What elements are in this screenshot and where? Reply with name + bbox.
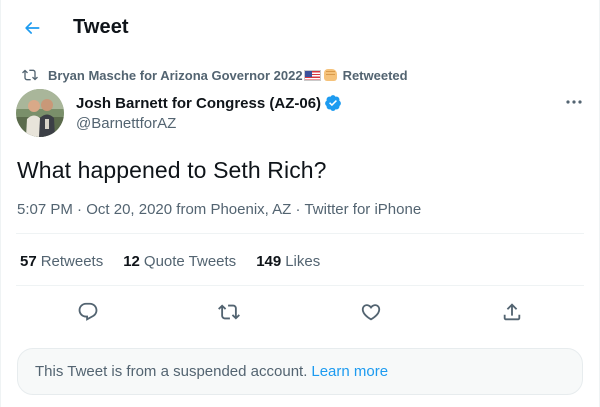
quote-tweets-stat[interactable]: 12 Quote Tweets [123, 253, 236, 270]
likes-count: 149 [256, 253, 282, 270]
page-title: Tweet [73, 16, 129, 38]
retweeted-label: Retweeted [342, 67, 408, 83]
divider [16, 233, 584, 234]
author-name[interactable]: Josh Barnett for Congress (AZ-06) [76, 95, 321, 112]
tweet-text: What happened to Seth Rich? [17, 157, 327, 183]
quote-tweets-count: 12 [123, 253, 140, 270]
reply-icon [78, 302, 98, 321]
meta-separator: · [77, 201, 83, 218]
suspended-notice: This Tweet is from a suspended account. … [17, 348, 583, 395]
engagement-stats: 57 Retweets 12 Quote Tweets 149 Likes [20, 253, 340, 270]
author-handle[interactable]: @BarnettforAZ [76, 115, 342, 132]
divider [16, 285, 584, 286]
suspended-notice-text: This Tweet is from a suspended account. [35, 363, 308, 380]
more-options-button[interactable] [560, 92, 588, 112]
retweets-count: 57 [20, 253, 37, 270]
retweeter-name[interactable]: Bryan Masche for Arizona Governor 2022 [48, 68, 303, 83]
avatar[interactable] [16, 89, 64, 137]
retweet-icon [218, 304, 240, 320]
like-button[interactable] [357, 298, 385, 326]
us-flag-emoji [303, 69, 321, 81]
fist-emoji [323, 69, 337, 81]
learn-more-link[interactable]: Learn more [311, 363, 388, 380]
author-block: Josh Barnett for Congress (AZ-06) @Barne… [76, 93, 342, 132]
arrow-left-icon [25, 22, 40, 34]
tweet-time[interactable]: 5:07 PM [17, 201, 73, 218]
tweet-source[interactable]: Twitter for iPhone [304, 201, 421, 218]
tweet-actions [0, 298, 600, 326]
avatar-photo [16, 89, 64, 137]
meta-separator: · [295, 201, 301, 218]
left-border [0, 0, 1, 407]
verified-badge-icon [324, 94, 342, 112]
likes-label: Likes [285, 253, 321, 270]
retweet-context: Bryan Masche for Arizona Governor 2022 R… [22, 66, 408, 84]
likes-stat[interactable]: 149 Likes [256, 253, 320, 270]
reply-button[interactable] [74, 298, 102, 326]
quote-tweets-label: Quote Tweets [143, 253, 237, 270]
tweet-location: from Phoenix, AZ [176, 201, 292, 218]
retweets-label: Retweets [40, 253, 104, 270]
back-button[interactable] [16, 12, 48, 44]
more-icon [566, 100, 582, 104]
header: Tweet [0, 0, 600, 56]
tweet-date[interactable]: Oct 20, 2020 [86, 201, 172, 218]
share-button[interactable] [498, 298, 526, 326]
tweet-metadata: 5:07 PM · Oct 20, 2020 from Phoenix, AZ … [17, 201, 421, 218]
retweet-button[interactable] [215, 298, 243, 326]
like-icon [361, 304, 381, 321]
share-icon [503, 303, 521, 321]
retweets-stat[interactable]: 57 Retweets [20, 253, 103, 270]
retweet-icon [22, 67, 38, 83]
